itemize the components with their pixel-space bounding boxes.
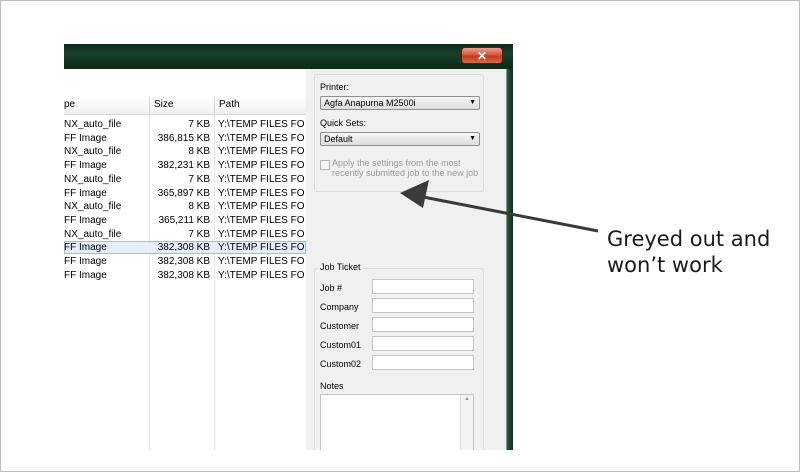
arrow-head (400, 180, 429, 208)
annotation-text: Greyed out and won’t work (607, 227, 771, 277)
arrow-shaft (417, 194, 599, 233)
